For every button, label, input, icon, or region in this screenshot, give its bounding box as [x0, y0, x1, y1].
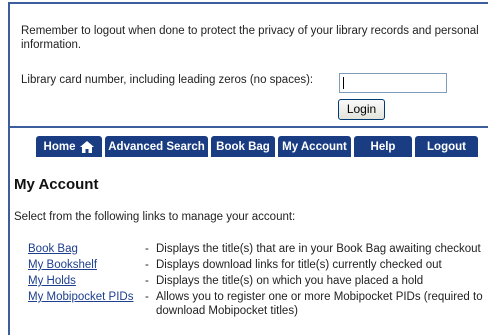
separator-dash: - [145, 291, 149, 303]
nav-advanced-search[interactable]: Advanced Search [105, 136, 208, 157]
text-caret [343, 77, 344, 89]
library-card-label: Library card number, including leading z… [21, 74, 314, 86]
list-item: My Mobipocket PIDs - Allows you to regis… [14, 291, 488, 318]
main-navigation: Home Advanced Search Book Bag My Account… [36, 136, 478, 157]
separator-dash: - [145, 275, 149, 287]
my-bookshelf-link[interactable]: My Bookshelf [28, 259, 97, 273]
nav-logout[interactable]: Logout [415, 136, 478, 157]
list-item: Book Bag - Displays the title(s) that ar… [14, 243, 488, 257]
page-title: My Account [14, 176, 99, 193]
my-mobipocket-pids-link[interactable]: My Mobipocket PIDs [28, 291, 133, 305]
login-panel: Remember to logout when done to protect … [8, 2, 488, 128]
nav-home-label: Home [43, 140, 76, 153]
account-links-list: Book Bag - Displays the title(s) that ar… [14, 243, 488, 321]
nav-book-bag[interactable]: Book Bag [211, 136, 275, 157]
library-card-input[interactable] [339, 73, 447, 93]
intro-text: Select from the following links to manag… [14, 211, 296, 223]
home-icon [80, 140, 95, 153]
book-bag-link[interactable]: Book Bag [28, 243, 78, 257]
list-item: My Holds - Displays the title(s) on whic… [14, 275, 488, 289]
list-item: My Bookshelf - Displays download links f… [14, 259, 488, 273]
nav-help[interactable]: Help [354, 136, 412, 157]
link-description: Displays the title(s) on which you have … [156, 275, 424, 287]
link-description: Displays the title(s) that are in your B… [156, 243, 481, 255]
nav-my-account[interactable]: My Account [278, 136, 351, 157]
link-description: Allows you to register one or more Mobip… [156, 291, 483, 317]
separator-dash: - [145, 243, 149, 255]
separator-dash: - [145, 259, 149, 271]
privacy-notice: Remember to logout when done to protect … [21, 25, 479, 51]
my-holds-link[interactable]: My Holds [28, 275, 76, 289]
nav-home[interactable]: Home [36, 136, 102, 157]
page-frame-border [8, 128, 10, 335]
login-button[interactable]: Login [338, 99, 385, 120]
link-description: Displays download links for title(s) cur… [156, 259, 442, 271]
